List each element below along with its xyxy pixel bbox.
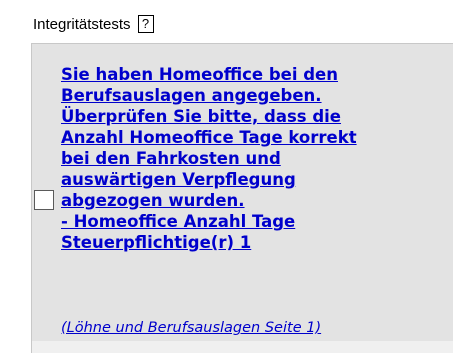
issue-message-line: Berufsauslagen angegeben. — [61, 86, 322, 105]
help-icon[interactable]: ? — [137, 15, 154, 33]
issue-message-line: auswärtigen Verpflegung — [61, 170, 296, 189]
issue-message-line: Steuerpflichtige(r) 1 — [61, 233, 252, 252]
panel-title: Integritätstests — [33, 15, 131, 33]
issue-message-line: - Homeoffice Anzahl Tage — [61, 212, 296, 231]
list-item: Sie haben Homeoffice bei den Berufsausla… — [32, 44, 453, 341]
issue-message-line: Sie haben Homeoffice bei den — [61, 65, 338, 84]
issue-reference-link[interactable]: (Löhne und Berufsauslagen Seite 1) — [61, 319, 321, 337]
integrity-test-list: Sie haben Homeoffice bei den Berufsausla… — [31, 43, 453, 353]
issue-message-line: abgezogen wurden. — [61, 191, 245, 210]
issue-message-link[interactable]: Sie haben Homeoffice bei den Berufsausla… — [61, 64, 441, 253]
issue-message-line: Überprüfen Sie bitte, dass die — [61, 107, 342, 126]
issue-message-line: Anzahl Homeoffice Tage korrekt — [61, 128, 357, 147]
issue-message-line: bei den Fahrkosten und — [61, 149, 281, 168]
panel-header: Integritätstests ? — [33, 13, 154, 35]
acknowledge-checkbox[interactable] — [34, 190, 54, 210]
